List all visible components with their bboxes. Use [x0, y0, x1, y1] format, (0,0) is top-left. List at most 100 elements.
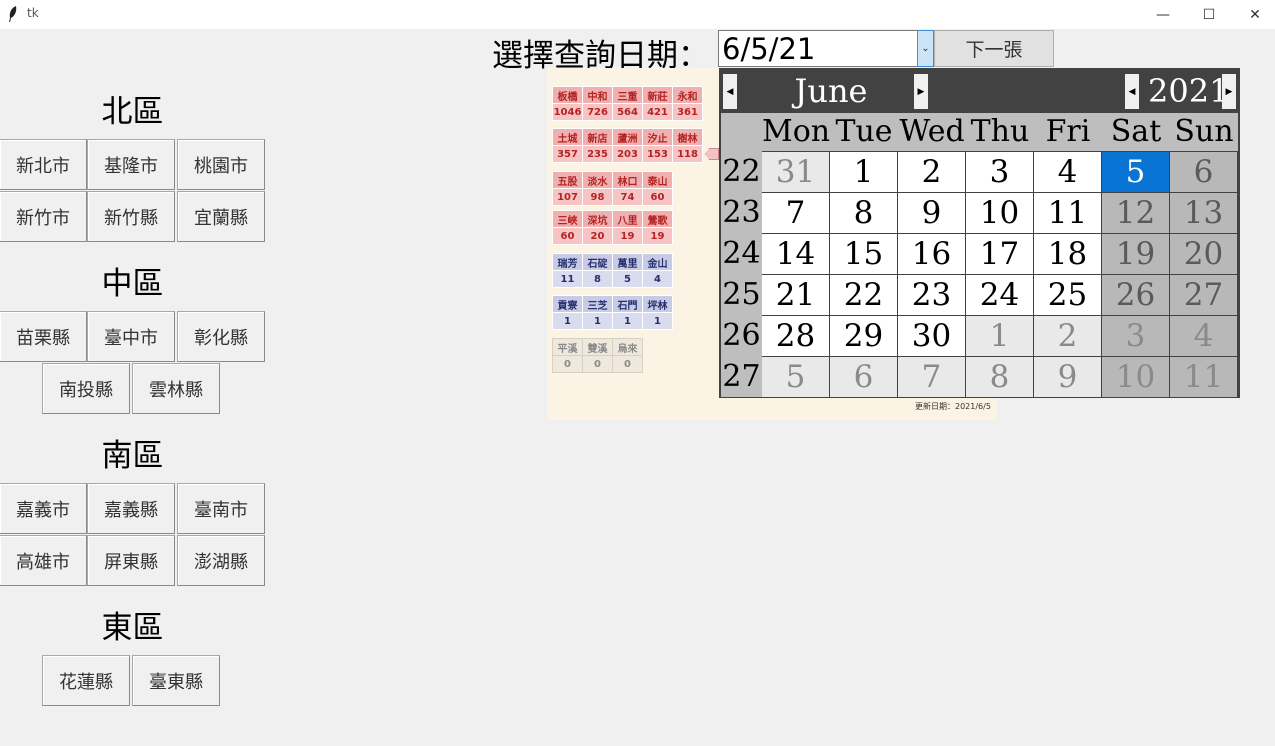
calendar-day[interactable]: 20	[1170, 234, 1237, 274]
weekday-label: Wed	[899, 114, 965, 149]
county-button-penghu[interactable]: 澎湖縣	[177, 535, 265, 586]
calendar-header: ◀ June ▶ ◀ 2021 ▶	[721, 70, 1238, 113]
calendar-day[interactable]: 10	[966, 193, 1033, 233]
prev-year-button[interactable]: ◀	[1125, 74, 1139, 109]
week-number: 24	[721, 233, 762, 274]
county-button-hsinchu-city[interactable]: 新竹市	[0, 191, 87, 242]
next-month-button[interactable]: ▶	[914, 74, 928, 109]
weekday-label: Mon	[762, 114, 831, 149]
weekday-label: Thu	[970, 114, 1030, 149]
tk-feather-icon	[9, 6, 17, 22]
calendar-day[interactable]: 10	[1102, 357, 1169, 397]
calendar-day[interactable]: 1	[830, 152, 897, 192]
calendar-day[interactable]: 5	[762, 357, 829, 397]
district-table: 五股 淡水 林口 泰山 107 98 74 60	[552, 171, 673, 206]
date-entry-value: 6/5/21	[722, 32, 816, 66]
week-number: 27	[721, 356, 762, 397]
county-button-chiayi-county[interactable]: 嘉義縣	[87, 483, 175, 534]
calendar-day[interactable]: 11	[1034, 193, 1101, 233]
county-button-tainan[interactable]: 臺南市	[177, 483, 265, 534]
county-button-taitung[interactable]: 臺東縣	[132, 655, 220, 706]
county-button-hualien[interactable]: 花蓮縣	[42, 655, 130, 706]
region-title-south: 南區	[101, 438, 164, 474]
calendar-day[interactable]: 13	[1170, 193, 1237, 233]
district-table: 板橋 中和 三重 新莊 永和 1046 726 564 421 361	[552, 86, 703, 121]
weekday-label: Tue	[835, 114, 893, 149]
calendar-day[interactable]: 30	[898, 316, 965, 356]
prev-month-button[interactable]: ◀	[723, 74, 737, 109]
calendar-day[interactable]: 17	[966, 234, 1033, 274]
calendar-day[interactable]: 8	[830, 193, 897, 233]
calendar-day[interactable]: 21	[762, 275, 829, 315]
calendar-day[interactable]: 19	[1102, 234, 1169, 274]
calendar-day[interactable]: 7	[762, 193, 829, 233]
next-image-button[interactable]: 下一張	[934, 30, 1054, 67]
region-title-north: 北區	[101, 94, 164, 130]
week-number: 25	[721, 274, 762, 315]
calendar-day[interactable]: 22	[830, 275, 897, 315]
calendar-day[interactable]: 25	[1034, 275, 1101, 315]
calendar-day[interactable]: 24	[966, 275, 1033, 315]
calendar-day[interactable]: 2	[1034, 316, 1101, 356]
weekday-label: Sun	[1174, 114, 1234, 149]
calendar-day[interactable]: 29	[830, 316, 897, 356]
calendar-day[interactable]: 31	[762, 152, 829, 192]
minimize-button[interactable]: —	[1140, 0, 1186, 29]
district-table: 三峽 深坑 八里 鶯歌 60 20 19 19	[552, 210, 673, 245]
calendar-day[interactable]: 26	[1102, 275, 1169, 315]
calendar-day-selected[interactable]: 5	[1102, 152, 1169, 192]
calendar-day[interactable]: 11	[1170, 357, 1237, 397]
county-button-yilan[interactable]: 宜蘭縣	[177, 191, 265, 242]
calendar-day[interactable]: 3	[1102, 316, 1169, 356]
county-button-taoyuan[interactable]: 桃園市	[177, 139, 265, 190]
calendar-day[interactable]: 18	[1034, 234, 1101, 274]
triangle-left-icon: ◀	[726, 86, 734, 97]
date-dropdown-button[interactable]: ⌄	[917, 30, 934, 67]
calendar-day[interactable]: 27	[1170, 275, 1237, 315]
window-title: tk	[27, 6, 39, 20]
next-year-button[interactable]: ▶	[1222, 74, 1236, 109]
week-number: 22	[721, 151, 762, 192]
county-button-hsinchu-county[interactable]: 新竹縣	[87, 191, 175, 242]
calendar-month: June	[794, 72, 868, 110]
county-button-pingtung[interactable]: 屏東縣	[87, 535, 175, 586]
calendar-day[interactable]: 4	[1034, 152, 1101, 192]
county-button-nantou[interactable]: 南投縣	[42, 363, 130, 414]
calendar-day[interactable]: 4	[1170, 316, 1237, 356]
district-table: 貢寮 三芝 石門 坪林 1111	[552, 295, 673, 330]
close-button[interactable]: ✕	[1232, 0, 1275, 29]
calendar-day[interactable]: 2	[898, 152, 965, 192]
calendar-day[interactable]: 6	[830, 357, 897, 397]
calendar-day[interactable]: 15	[830, 234, 897, 274]
calendar-day[interactable]: 8	[966, 357, 1033, 397]
calendar-day[interactable]: 6	[1170, 152, 1237, 192]
date-entry[interactable]: 6/5/21	[718, 30, 934, 67]
calendar-day[interactable]: 9	[898, 193, 965, 233]
calendar-day[interactable]: 16	[898, 234, 965, 274]
calendar-day[interactable]: 9	[1034, 357, 1101, 397]
chevron-down-icon: ⌄	[921, 43, 930, 54]
weekday-label: Sat	[1110, 114, 1162, 149]
calendar-day[interactable]: 28	[762, 316, 829, 356]
county-button-new-taipei[interactable]: 新北市	[0, 139, 87, 190]
calendar-day[interactable]: 12	[1102, 193, 1169, 233]
weekday-row: Mon Tue Wed Thu Fri Sat Sun	[721, 113, 1238, 151]
county-button-keelung[interactable]: 基隆市	[87, 139, 175, 190]
county-button-miaoli[interactable]: 苗栗縣	[0, 311, 87, 362]
maximize-button[interactable]: ☐	[1186, 0, 1232, 29]
calendar-day[interactable]: 7	[898, 357, 965, 397]
calendar-day[interactable]: 1	[966, 316, 1033, 356]
district-table: 瑞芳 石碇 萬里 金山 11 8 5 4	[552, 253, 673, 288]
county-button-kaohsiung[interactable]: 高雄市	[0, 535, 87, 586]
county-button-yunlin[interactable]: 雲林縣	[132, 363, 220, 414]
county-button-changhua[interactable]: 彰化縣	[177, 311, 265, 362]
calendar-day[interactable]: 3	[966, 152, 1033, 192]
county-button-taichung[interactable]: 臺中市	[87, 311, 175, 362]
title-bar: tk — ☐ ✕	[0, 0, 1275, 29]
county-button-chiayi-city[interactable]: 嘉義市	[0, 483, 87, 534]
calendar-day[interactable]: 23	[898, 275, 965, 315]
calendar-popup: ◀ June ▶ ◀ 2021 ▶ Mon Tue Wed Thu Fri Sa…	[719, 68, 1240, 398]
calendar-day[interactable]: 14	[762, 234, 829, 274]
week-number: 26	[721, 315, 762, 356]
region-title-central: 中區	[101, 266, 164, 302]
